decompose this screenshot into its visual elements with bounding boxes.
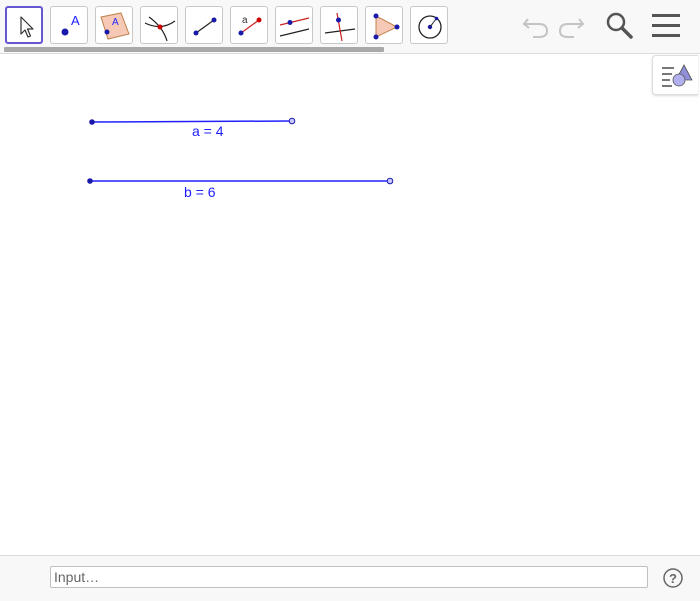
move-tool-button[interactable] [5,6,43,44]
segment-b-start-point[interactable] [87,178,93,184]
segment-a-line[interactable] [91,120,293,123]
segment-a-end-point[interactable] [288,117,296,125]
help-button[interactable]: ? [662,567,684,589]
point-tool-button[interactable]: A [50,6,88,44]
intersect-icon [144,16,176,42]
hamburger-menu-icon [652,14,680,37]
point-on-object-icon: A [100,12,130,40]
arrow-pointer-icon [20,16,34,38]
polygon-point-tool-button[interactable]: A [95,6,133,44]
point-tool-label: A [71,13,80,28]
segment-length-tool-label: a [242,15,248,26]
style-bar-toggle-button[interactable] [652,55,698,95]
search-icon [606,12,633,39]
toolbar: A A a [0,0,700,54]
input-bar: ? [0,555,700,601]
menu-button[interactable] [650,9,682,41]
segment-a-label[interactable]: a = 4 [192,123,224,139]
point-icon: A [61,13,80,36]
segment-b-label[interactable]: b = 6 [184,184,216,200]
segment-tool-button[interactable] [185,6,223,44]
perpendicular-line-icon [324,12,356,42]
segment-length-tool-button[interactable]: a [230,6,268,44]
segment-a-start-point[interactable] [89,119,95,125]
perpendicular-line-tool-button[interactable] [320,6,358,44]
search-button[interactable] [603,9,635,41]
polygon-icon [373,13,400,40]
polygon-point-tool-label: A [112,17,119,28]
graphics-style-icon [662,64,693,87]
circle-tool-button[interactable] [410,6,448,44]
intersect-tool-button[interactable] [140,6,178,44]
undo-button[interactable] [519,9,551,41]
segment-fixed-length-icon: a [238,15,262,36]
segment-b-end-point[interactable] [386,177,394,185]
undo-icon [522,18,549,38]
help-icon: ? [663,568,683,588]
algebra-input[interactable] [50,566,648,588]
redo-icon [558,18,585,38]
parallel-line-icon [279,17,310,37]
redo-button[interactable] [556,9,588,41]
canvas [87,117,394,185]
circle-center-point-icon [418,15,442,39]
toolbar-scrollbar[interactable] [4,47,384,52]
polygon-tool-button[interactable] [365,6,403,44]
svg-text:?: ? [669,571,677,586]
parallel-line-tool-button[interactable] [275,6,313,44]
segment-icon [193,17,217,36]
graphics-view[interactable]: a = 4 b = 6 [0,54,700,554]
